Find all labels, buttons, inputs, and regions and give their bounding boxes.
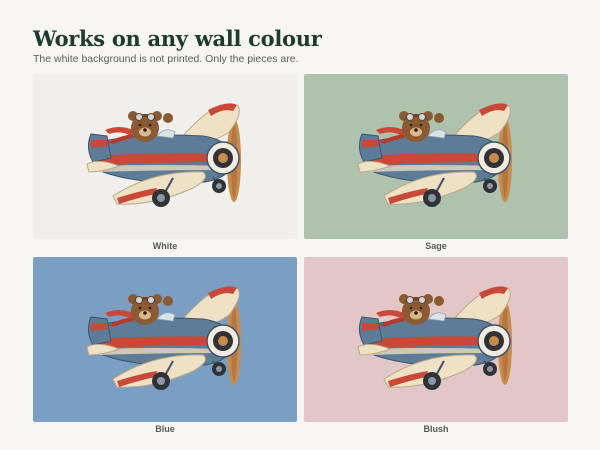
swatch-panel-blush — [304, 257, 568, 422]
teddy-bear-airplane-icon — [33, 74, 297, 239]
swatch-panel-sage — [304, 74, 568, 239]
swatch-panel-white — [33, 74, 297, 239]
swatch-panel-blue — [33, 257, 297, 422]
teddy-bear-airplane-icon — [33, 257, 297, 422]
page-title: Works on any wall colour — [33, 26, 322, 51]
swatch-label-sage: Sage — [425, 241, 447, 251]
teddy-bear-airplane-icon — [304, 257, 568, 422]
swatch-label-blush: Blush — [423, 424, 449, 434]
swatch-label-white: White — [152, 241, 178, 251]
teddy-bear-airplane-icon — [304, 74, 568, 239]
swatch-label-blue: Blue — [155, 424, 175, 434]
page-subtitle: The white background is not printed. Onl… — [33, 53, 299, 65]
